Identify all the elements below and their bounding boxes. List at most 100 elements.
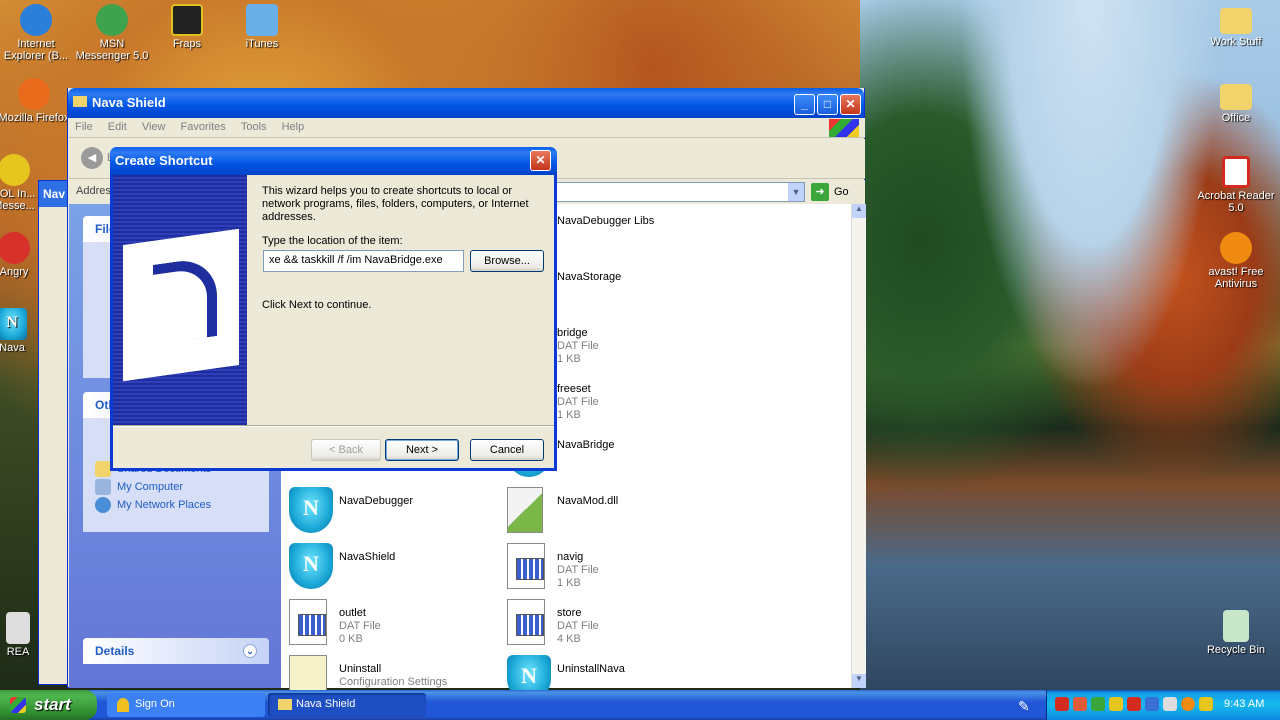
- file-name: outlet: [339, 607, 366, 619]
- desktop-icon-fraps[interactable]: Fraps: [147, 4, 227, 50]
- cancel-button[interactable]: Cancel: [470, 439, 544, 461]
- shortcut-arrow-icon: [123, 228, 239, 382]
- dat-file-icon: [507, 599, 545, 645]
- close-button[interactable]: ✕: [840, 94, 861, 115]
- file-name: bridge: [557, 327, 588, 339]
- menu-help[interactable]: Help: [276, 118, 311, 136]
- file-item[interactable]: N NavaDebugger: [289, 487, 509, 537]
- dialog-titlebar[interactable]: Create Shortcut ✕: [110, 147, 557, 175]
- file-item[interactable]: navig DAT File 1 KB: [507, 543, 727, 593]
- menu-file[interactable]: File: [69, 118, 99, 136]
- file-name: NavaBridge: [557, 439, 615, 451]
- acrobat-icon: [1222, 156, 1250, 188]
- minimize-button[interactable]: _: [794, 94, 815, 115]
- go-arrow-icon[interactable]: ➜: [811, 183, 829, 201]
- explorer-titlebar[interactable]: Nava Shield _ □ ✕: [68, 88, 864, 118]
- desktop-icon-acrobat[interactable]: Acrobat Reader 5.0: [1196, 156, 1276, 214]
- taskbar-item-sign-on[interactable]: Sign On: [107, 693, 265, 717]
- back-arrow-icon[interactable]: ◀: [81, 147, 103, 169]
- folder-icon: [278, 699, 292, 710]
- desktop-icon-work-stuff[interactable]: Work Stuff: [1196, 4, 1276, 48]
- desktop-icon-nava[interactable]: N Nava: [0, 308, 42, 354]
- desktop-icon-recycle-bin[interactable]: Recycle Bin: [1196, 610, 1276, 656]
- file-meta: DAT File 1 KB: [557, 340, 599, 366]
- desktop-icon-office[interactable]: Office: [1196, 80, 1276, 124]
- file-meta: DAT File 0 KB: [339, 620, 381, 646]
- aol-messenger-icon: [0, 154, 30, 186]
- file-name: NavaDebugger Libs: [557, 215, 655, 227]
- file-item[interactable]: NavaMod.dll: [507, 487, 727, 537]
- folder-icon: [95, 461, 111, 477]
- file-name: navig: [557, 551, 584, 563]
- nava-shield-icon: N: [289, 543, 333, 589]
- desktop-icon-msn-messenger[interactable]: MSN Messenger 5.0: [72, 4, 152, 62]
- folder-icon: [73, 96, 87, 107]
- file-meta: Configuration Settings: [339, 676, 447, 689]
- scroll-up-icon[interactable]: ▲: [852, 204, 866, 218]
- desktop-icon-avast[interactable]: avast! Free Antivirus: [1196, 232, 1276, 290]
- next-button[interactable]: Next >: [385, 439, 459, 461]
- vertical-scrollbar[interactable]: ▲ ▼: [851, 204, 866, 688]
- file-type: DAT File: [339, 620, 381, 632]
- menu-view[interactable]: View: [136, 118, 172, 136]
- location-input[interactable]: xe && taskkill /f /im NavaBridge.exe: [263, 250, 464, 272]
- start-button[interactable]: start: [0, 690, 97, 720]
- address-input[interactable]: ▼: [549, 182, 805, 202]
- file-item[interactable]: N NavaShield: [289, 543, 509, 593]
- menu-favorites[interactable]: Favorites: [175, 118, 232, 136]
- file-size: 1 KB: [557, 577, 581, 589]
- taskbar: start Sign On Nava Shield ✎ 9:43 AM: [0, 690, 1280, 720]
- tray-messenger-icon[interactable]: [1109, 697, 1123, 711]
- tray-volume-icon[interactable]: [1163, 697, 1177, 711]
- back-button[interactable]: < Back: [311, 439, 381, 461]
- avast-icon: [1220, 232, 1252, 264]
- my-network-places-link[interactable]: My Network Places: [83, 496, 269, 514]
- menu-edit[interactable]: Edit: [102, 118, 133, 136]
- desktop-icon-internet-explorer[interactable]: Internet Explorer (B...: [0, 4, 76, 62]
- file-type: Configuration Settings: [339, 676, 448, 688]
- nava-shield-icon: N: [289, 487, 333, 533]
- file-type: DAT File: [557, 564, 599, 576]
- create-shortcut-dialog[interactable]: Create Shortcut ✕ This wizard helps you …: [110, 147, 557, 471]
- browse-button[interactable]: Browse...: [470, 250, 544, 272]
- file-name: NavaDebugger: [339, 495, 413, 507]
- folder-icon: [1220, 8, 1252, 34]
- aim-icon: [117, 698, 129, 712]
- nava-icon: N: [0, 308, 27, 340]
- file-size: 1 KB: [557, 353, 581, 365]
- windows-logo-icon: [10, 697, 26, 713]
- my-computer-link[interactable]: My Computer: [83, 478, 269, 496]
- go-button[interactable]: Go: [834, 186, 849, 198]
- tray-avast-icon[interactable]: [1055, 697, 1069, 711]
- taskbar-item-nava-shield[interactable]: Nava Shield: [268, 693, 426, 717]
- angry-birds-icon: [0, 232, 30, 264]
- dialog-close-button[interactable]: ✕: [530, 150, 551, 171]
- details-panel: Details ⌄: [83, 638, 269, 664]
- internet-explorer-icon: [20, 4, 52, 36]
- dialog-title: Create Shortcut: [115, 153, 213, 168]
- file-size: 0 KB: [339, 633, 363, 645]
- address-dropdown-icon[interactable]: ▼: [788, 183, 804, 201]
- firefox-icon: [18, 78, 50, 110]
- tray-security-icon[interactable]: [1073, 697, 1087, 711]
- desktop-icon-itunes[interactable]: iTunes: [222, 4, 302, 50]
- tray-avast-orange-icon[interactable]: [1181, 697, 1195, 711]
- fraps-icon: [171, 4, 203, 36]
- chevron-down-icon[interactable]: ⌄: [243, 644, 257, 658]
- tray-aim-icon[interactable]: [1199, 697, 1213, 711]
- itunes-icon: [246, 4, 278, 36]
- network-places-icon: [95, 497, 111, 513]
- file-item[interactable]: store DAT File 4 KB: [507, 599, 727, 649]
- tray-shield-icon[interactable]: [1145, 697, 1159, 711]
- desktop-icon-firefox[interactable]: Mozilla Firefox: [0, 78, 74, 124]
- show-desktop-icon[interactable]: ✎: [1018, 698, 1030, 715]
- menu-tools[interactable]: Tools: [235, 118, 273, 136]
- details-header[interactable]: Details ⌄: [83, 638, 269, 664]
- tray-alert-icon[interactable]: [1127, 697, 1141, 711]
- wizard-intro-text: This wizard helps you to create shortcut…: [262, 185, 529, 223]
- file-item[interactable]: outlet DAT File 0 KB: [289, 599, 509, 649]
- maximize-button[interactable]: □: [817, 94, 838, 115]
- scroll-down-icon[interactable]: ▼: [852, 674, 866, 688]
- msn-messenger-icon: [96, 4, 128, 36]
- tray-network-icon[interactable]: [1091, 697, 1105, 711]
